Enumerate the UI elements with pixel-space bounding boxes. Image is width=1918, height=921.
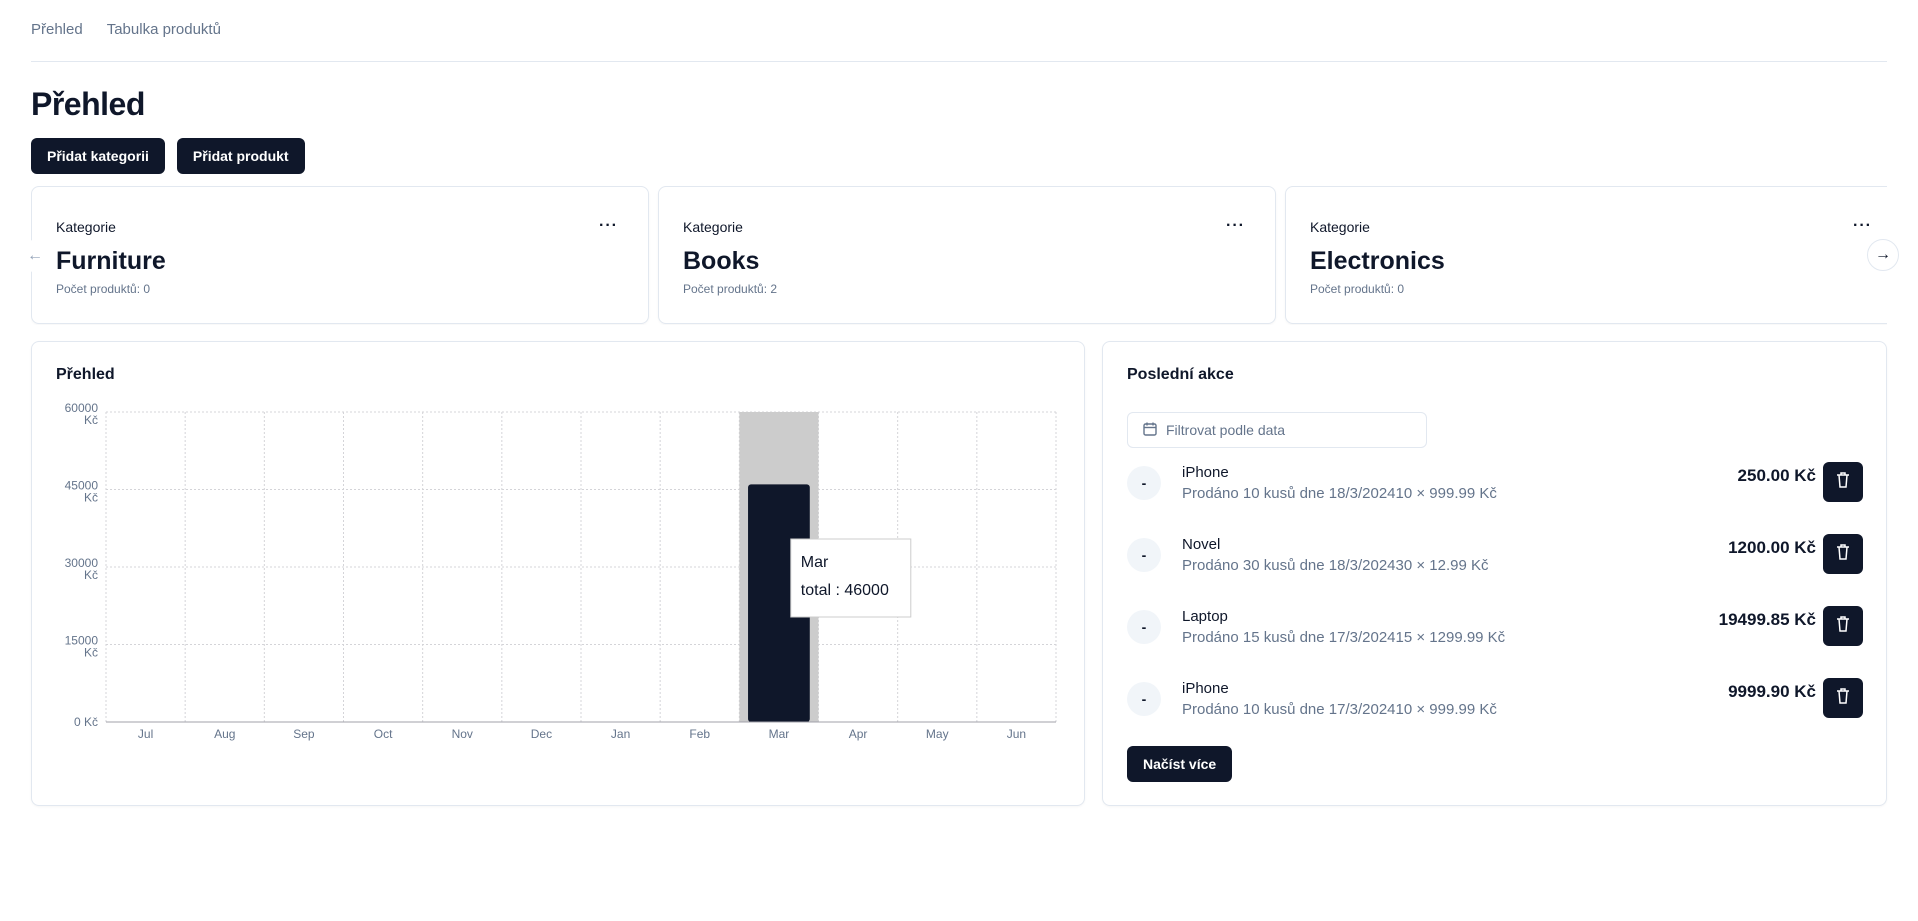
list-item: - Laptop Prodáno 15 kusů dne 17/3/202415… — [1103, 596, 1888, 668]
category-card-label: Kategorie — [683, 219, 743, 235]
trash-icon — [1835, 471, 1851, 494]
category-card-books: Kategorie Books Počet produktů: 2 ··· — [658, 186, 1276, 324]
x-tick-label: Sep — [293, 727, 315, 741]
x-tick-label: May — [926, 727, 949, 741]
add-category-button[interactable]: Přidat kategorii — [31, 138, 165, 174]
list-item: - iPhone Prodáno 10 kusů dne 18/3/202410… — [1103, 462, 1888, 524]
overview-bar-chart: 0 Kč 15000 Kč 30000 Kč 45000 Kč 60000 Kč Jul Aug Se… — [65, 401, 1057, 741]
y-tick-label: 60000 Kč — [65, 401, 99, 427]
category-product-count: Počet produktů: 0 — [56, 282, 151, 296]
product-name: Laptop — [1182, 608, 1228, 625]
overview-chart-panel: Přehled 0 Kč 15000 Kč 30000 Kč 45000 Kč 60000 Kč… — [31, 341, 1085, 806]
delete-button[interactable] — [1823, 462, 1863, 502]
recent-actions-title: Poslední akce — [1127, 366, 1234, 383]
x-tick-label: Oct — [374, 727, 393, 741]
trash-icon — [1835, 543, 1851, 566]
category-product-count: Počet produktů: 0 — [1310, 282, 1405, 296]
x-tick-label: Jul — [138, 727, 153, 741]
tooltip-value: total : 46000 — [801, 582, 889, 599]
delete-button[interactable] — [1823, 534, 1863, 574]
trash-icon — [1835, 687, 1851, 710]
nav-link-overview[interactable]: Přehled — [31, 21, 83, 38]
recent-actions-panel: Poslední akce Filtrovat podle data - iPh… — [1102, 341, 1887, 806]
date-filter-button[interactable]: Filtrovat podle data — [1127, 412, 1427, 448]
avatar: - — [1127, 682, 1161, 716]
sale-description: Prodáno 15 kusů dne 17/3/202415 × 1299.9… — [1182, 629, 1506, 646]
chart-tooltip — [790, 538, 912, 618]
avatar: - — [1127, 538, 1161, 572]
list-item: - Novel Prodáno 30 kusů dne 18/3/202430 … — [1103, 524, 1888, 596]
nav-link-product-table[interactable]: Tabulka produktů — [107, 21, 221, 38]
y-tick-label: 15000 Kč — [65, 634, 99, 660]
arrow-right-icon: → — [1875, 246, 1891, 263]
product-name: Novel — [1182, 536, 1221, 553]
product-name: iPhone — [1182, 464, 1229, 481]
delete-button[interactable] — [1823, 678, 1863, 718]
date-filter-placeholder: Filtrovat podle data — [1166, 422, 1286, 438]
x-tick-label: Apr — [849, 727, 868, 741]
y-tick-label: 30000 Kč — [65, 556, 99, 582]
avatar: - — [1127, 610, 1161, 644]
page-title: Přehled — [31, 86, 145, 122]
sale-amount: 9999.90 Kč — [1728, 682, 1816, 701]
tooltip-category: Mar — [801, 554, 829, 571]
x-tick-label: Aug — [214, 727, 235, 741]
category-card-electronics: Kategorie Electronics Počet produktů: 0 … — [1285, 186, 1887, 324]
x-tick-label: Dec — [531, 727, 552, 741]
category-name: Furniture — [56, 247, 166, 275]
x-tick-label: Jun — [1007, 727, 1026, 741]
trash-icon — [1835, 615, 1851, 638]
category-product-count: Počet produktů: 2 — [683, 282, 778, 296]
sale-description: Prodáno 10 kusů dne 17/3/202410 × 999.99… — [1182, 701, 1497, 718]
sale-amount: 1200.00 Kč — [1728, 538, 1816, 557]
category-carousel: Kategorie Furniture Počet produktů: 0 ··… — [31, 186, 1887, 325]
y-tick-label: 45000 Kč — [65, 479, 99, 505]
category-card-label: Kategorie — [56, 219, 116, 235]
x-tick-label: Feb — [689, 727, 710, 741]
top-navigation: Přehled Tabulka produktů — [31, 0, 1887, 62]
category-card-label: Kategorie — [1310, 219, 1370, 235]
more-horizontal-icon[interactable]: ··· — [1226, 217, 1245, 235]
calendar-icon — [1142, 421, 1158, 440]
avatar: - — [1127, 466, 1161, 500]
sale-description: Prodáno 10 kusů dne 18/3/202410 × 999.99… — [1182, 485, 1497, 502]
action-buttons: Přidat kategorii Přidat produkt — [31, 138, 305, 174]
y-tick-label: 0 Kč — [74, 715, 98, 729]
x-tick-label: Nov — [452, 727, 473, 741]
carousel-next-button[interactable]: → — [1867, 239, 1899, 271]
sale-description: Prodáno 30 kusů dne 18/3/202430 × 12.99 … — [1182, 557, 1489, 574]
list-item: - iPhone Prodáno 10 kusů dne 17/3/202410… — [1103, 668, 1888, 724]
load-more-button[interactable]: Načíst více — [1127, 746, 1233, 782]
arrow-left-icon: ← — [27, 247, 43, 264]
more-horizontal-icon[interactable]: ··· — [1853, 217, 1872, 235]
x-tick-label: Jan — [611, 727, 630, 741]
sale-amount: 250.00 Kč — [1737, 466, 1816, 485]
category-name: Electronics — [1310, 247, 1445, 275]
delete-button[interactable] — [1823, 606, 1863, 646]
product-name: iPhone — [1182, 680, 1229, 697]
add-product-button[interactable]: Přidat produkt — [176, 138, 305, 174]
recent-actions-list: - iPhone Prodáno 10 kusů dne 18/3/202410… — [1103, 462, 1888, 724]
category-name: Books — [683, 247, 760, 275]
sale-amount: 19499.85 Kč — [1718, 610, 1816, 629]
category-card-furniture: Kategorie Furniture Počet produktů: 0 ··… — [31, 186, 649, 324]
x-tick-label: Mar — [769, 727, 790, 741]
carousel-prev-button[interactable]: ← — [19, 240, 51, 272]
more-horizontal-icon[interactable]: ··· — [599, 217, 618, 235]
